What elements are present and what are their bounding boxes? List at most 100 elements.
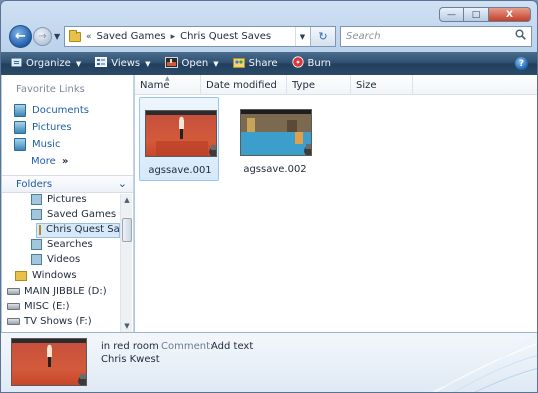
column-date-modified[interactable]: Date modified [201,75,287,95]
organize-button[interactable]: Organize ▼ [11,57,81,71]
column-date-label: Date modified [206,79,277,91]
column-name[interactable]: Name ▲ [135,75,201,95]
more-links[interactable]: More » [31,156,68,167]
address-dropdown[interactable]: ▼ [295,27,309,46]
game-icon [164,56,178,71]
tree-item-pictures[interactable]: Pictures [31,194,87,205]
caption-buttons: — □ X [439,7,531,22]
drive-icon [7,303,20,310]
documents-icon [14,104,26,117]
column-size-label: Size [356,79,377,91]
drive-icon [7,318,20,325]
drive-icon [7,288,20,295]
organize-dropdown-icon: ▼ [75,59,82,68]
tree-item-drive-d[interactable]: MAIN JIBBLE (D:) [7,286,107,297]
favorite-pictures-label: Pictures [32,122,72,133]
tree-item-searches[interactable]: Searches [31,239,93,250]
burn-disc-icon [291,56,304,71]
share-icon [232,57,245,71]
tree-item-saved-games[interactable]: Saved Games [31,209,116,220]
organize-label: Organize [26,58,71,69]
folder-icon [39,224,41,235]
tree-item-drive-f[interactable]: TV Shows (F:) [7,316,92,327]
breadcrumb-chris-quest-saves[interactable]: Chris Quest Saves [180,31,271,42]
scroll-thumb[interactable] [122,218,132,242]
share-label: Share [248,58,278,69]
details-comment-label: Comment: [161,341,214,352]
tree-item-videos[interactable]: Videos [31,254,80,265]
breadcrumb-saved-games[interactable]: Saved Games [97,31,166,42]
scroll-up-arrow[interactable]: ▲ [121,194,133,206]
searches-folder-icon [31,239,42,250]
minimize-button[interactable]: — [439,7,464,22]
sort-arrow-icon: ▲ [165,75,170,82]
details-author[interactable]: Chris Kwest [101,354,160,365]
saved-games-folder-icon [31,209,42,220]
folder-icon [69,29,81,42]
open-label: Open [181,58,209,69]
favorite-documents[interactable]: Documents [14,104,89,117]
column-size[interactable]: Size [351,75,413,95]
recent-pages-dropdown[interactable]: ▼ [54,32,60,41]
search-placeholder: Search [346,31,381,42]
column-headers: Name ▲ Date modified Type Size [135,75,537,95]
tree-item-label: Saved Games [47,209,117,220]
details-title: in red room [101,341,159,352]
open-dropdown-icon: ▼ [213,59,219,68]
views-dropdown-icon: ▼ [145,59,151,68]
tree-item-windows[interactable]: Windows [15,270,77,281]
videos-folder-icon [31,254,42,265]
file-item-agssave-002[interactable]: agssave.002 [235,97,315,181]
column-type-label: Type [292,79,315,91]
views-icon [95,57,108,70]
tree-item-label: MAIN JIBBLE (D:) [24,286,107,297]
file-list-pane: Name ▲ Date modified Type Size agssave.0… [135,75,537,332]
file-item-agssave-001[interactable]: agssave.001 [139,97,219,181]
details-thumbnail [11,338,87,386]
address-bar[interactable]: « Saved Games ▸ Chris Quest Saves ▼ ↻ [64,26,336,47]
tree-item-drive-e[interactable]: MISC (E:) [7,301,70,312]
folders-header[interactable]: Folders ⌄ [2,175,133,193]
details-comment-field[interactable]: Add text [211,341,253,352]
column-type[interactable]: Type [287,75,351,95]
share-button[interactable]: Share [232,57,278,71]
chevron-down-icon: ⌄ [117,177,127,190]
organize-icon [11,57,22,71]
favorite-links-header: Favorite Links [16,84,85,95]
open-button[interactable]: Open ▼ [164,56,219,71]
help-button[interactable]: ? [515,57,528,70]
favorite-music[interactable]: Music [14,138,60,151]
forward-button[interactable]: → [33,27,52,46]
folder-icon [15,270,27,281]
save-thumbnail [240,109,312,156]
file-name: agssave.002 [243,164,307,175]
breadcrumb-arrow[interactable]: ▸ [171,32,176,42]
tree-item-label: Searches [47,239,93,250]
tree-item-chris-quest-saves[interactable]: Chris Quest Sav [39,224,120,235]
pictures-icon [14,121,26,134]
search-icon[interactable] [515,29,526,43]
decorative-swoosh [419,333,537,392]
favorite-pictures[interactable]: Pictures [14,121,72,134]
double-chevron-icon: » [61,156,69,167]
more-label: More [31,156,56,167]
burn-button[interactable]: Burn [291,56,331,71]
favorite-documents-label: Documents [32,105,90,116]
music-icon [14,138,26,151]
maximize-button[interactable]: □ [464,7,489,22]
file-name: agssave.001 [148,165,212,176]
navigation-pane: Favorite Links Documents Pictures Music … [2,75,134,332]
search-input[interactable]: Search [340,26,532,47]
tree-item-label: Videos [47,254,81,265]
views-button[interactable]: Views ▼ [95,57,151,70]
favorite-music-label: Music [32,139,61,150]
breadcrumb-overflow[interactable]: « [86,32,92,42]
views-label: Views [111,58,141,69]
close-button[interactable]: X [489,7,531,22]
back-button[interactable]: ← [9,25,32,48]
tree-scrollbar[interactable]: ▲ ▼ [120,194,132,332]
tree-item-label: Chris Quest Sav [46,224,120,235]
scroll-down-arrow[interactable]: ▼ [121,320,133,332]
tree-item-label: MISC (E:) [24,301,70,312]
refresh-button[interactable]: ↻ [310,27,335,46]
